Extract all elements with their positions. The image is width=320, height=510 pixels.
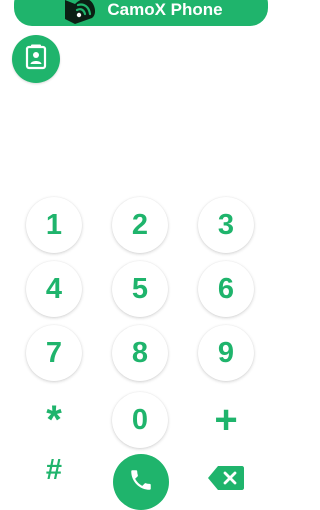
backspace-button[interactable] [206, 465, 246, 496]
key-7[interactable]: 7 [26, 325, 82, 381]
key-5[interactable]: 5 [112, 261, 168, 317]
key-3[interactable]: 3 [198, 197, 254, 253]
contacts-button[interactable] [12, 35, 60, 83]
key-plus[interactable]: + [198, 392, 254, 448]
key-0[interactable]: 0 [112, 392, 168, 448]
key-9[interactable]: 9 [198, 325, 254, 381]
key-2[interactable]: 2 [112, 197, 168, 253]
phone-handset-icon [128, 467, 154, 498]
key-6[interactable]: 6 [198, 261, 254, 317]
key-4[interactable]: 4 [26, 261, 82, 317]
call-button[interactable] [113, 454, 169, 510]
camox-phone-logo-icon [59, 0, 99, 26]
contact-card-icon [25, 44, 47, 75]
backspace-icon [207, 465, 245, 496]
key-8[interactable]: 8 [112, 325, 168, 381]
key-hash[interactable]: # [26, 430, 82, 486]
app-header: CamoX Phone [14, 0, 268, 26]
key-1[interactable]: 1 [26, 197, 82, 253]
app-title: CamoX Phone [107, 0, 223, 19]
